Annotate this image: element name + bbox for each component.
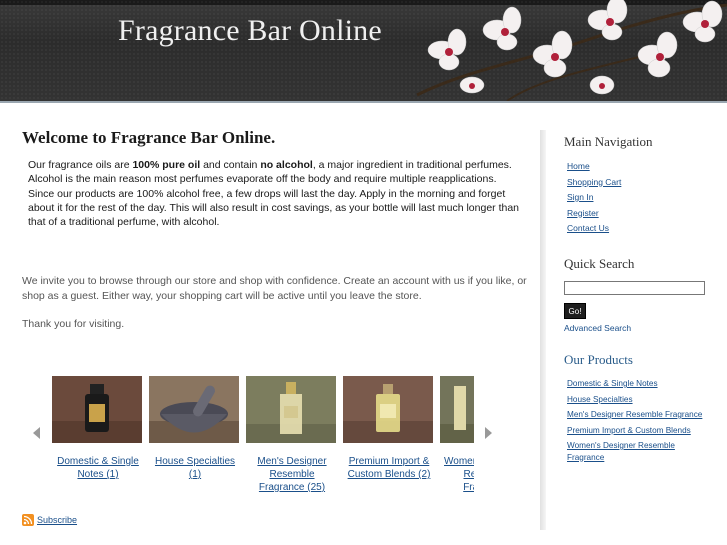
nav-item-contact-us: Contact Us: [567, 221, 724, 237]
carousel-item-label[interactable]: House Specialties (1): [149, 455, 241, 481]
product-link-womens[interactable]: Women's Designer Resemble Fragrance: [567, 441, 675, 462]
carousel-item-label[interactable]: Men's Designer Resemble Fragrance (25): [246, 455, 338, 494]
site-title[interactable]: Fragrance Bar Online: [118, 14, 382, 48]
carousel-item[interactable]: Men's Designer Resemble Fragrance (25): [246, 376, 338, 494]
subscribe-link[interactable]: Subscribe: [37, 515, 77, 525]
site-header: Fragrance Bar Online: [0, 0, 727, 101]
quick-search-heading: Quick Search: [564, 256, 635, 271]
products-list: Domestic & Single Notes House Specialtie…: [564, 378, 724, 463]
page-title: Welcome to Fragrance Bar Online.: [22, 128, 276, 147]
carousel-item-label[interactable]: Domestic & Single Notes (1): [52, 455, 144, 481]
carousel-item-label[interactable]: Women's Designer Resemble Fragrance: [440, 455, 474, 494]
nav-link-shopping-cart[interactable]: Shopping Cart: [567, 177, 621, 187]
sidebar-divider: [540, 130, 546, 530]
nav-item-register: Register: [567, 206, 724, 222]
nav-item-sign-in: Sign In: [567, 190, 724, 206]
perfume-bottle-image[interactable]: [52, 376, 142, 443]
main-navigation-list: Home Shopping Cart Sign In Register Cont…: [564, 159, 724, 237]
mortar-pestle-image[interactable]: [149, 376, 239, 443]
subscribe-row: Subscribe: [22, 514, 77, 526]
product-link-mens[interactable]: Men's Designer Resemble Fragrance: [567, 410, 702, 419]
orchid-banner-image: [416, 0, 727, 101]
nav-link-contact-us[interactable]: Contact Us: [567, 223, 609, 233]
nav-link-register[interactable]: Register: [567, 208, 599, 218]
premium-blend-image[interactable]: [343, 376, 433, 443]
rss-icon[interactable]: [22, 514, 34, 526]
product-link-premium[interactable]: Premium Import & Custom Blends: [567, 426, 691, 435]
sidebar: Main Navigation Home Shopping Cart Sign …: [564, 134, 724, 462]
product-item: House Specialties: [567, 394, 707, 406]
carousel-viewport: Domestic & Single Notes (1) House Specia…: [50, 376, 474, 496]
our-products-block: Our Products Domestic & Single Notes Hou…: [564, 352, 724, 467]
intro-paragraph: Our fragrance oils are 100% pure oil and…: [22, 158, 522, 229]
quick-search-block: Quick Search Go! Advanced Search: [564, 256, 724, 333]
category-carousel: Domestic & Single Notes (1) House Specia…: [30, 376, 498, 496]
header-bottom-border: [0, 101, 727, 103]
product-item: Women's Designer Resemble Fragrance: [567, 440, 707, 463]
mens-fragrance-image[interactable]: [246, 376, 336, 443]
intro-text-2: and contain: [200, 159, 261, 171]
womens-fragrance-image[interactable]: [440, 376, 474, 443]
go-button[interactable]: Go!: [564, 303, 586, 319]
advanced-search-link[interactable]: Advanced Search: [564, 323, 724, 333]
nav-item-home: Home: [567, 159, 724, 175]
carousel-item[interactable]: Women's Designer Resemble Fragrance: [440, 376, 474, 494]
carousel-next-icon[interactable]: [485, 427, 492, 439]
product-item: Domestic & Single Notes: [567, 378, 707, 390]
our-products-heading: Our Products: [564, 352, 633, 367]
carousel-item[interactable]: Premium Import & Custom Blends (2): [343, 376, 435, 481]
carousel-item[interactable]: Domestic & Single Notes (1): [52, 376, 144, 481]
invite-paragraph: We invite you to browse through our stor…: [22, 275, 527, 302]
main-content: Welcome to Fragrance Bar Online. Our fra…: [22, 128, 532, 330]
intro-text-1: Our fragrance oils are: [28, 159, 133, 171]
product-link-domestic[interactable]: Domestic & Single Notes: [567, 379, 658, 388]
carousel-item-label[interactable]: Premium Import & Custom Blends (2): [343, 455, 435, 481]
intro-bold-pure-oil: 100% pure oil: [132, 159, 201, 171]
product-item: Premium Import & Custom Blends: [567, 425, 707, 437]
nav-item-shopping-cart: Shopping Cart: [567, 175, 724, 191]
nav-link-sign-in[interactable]: Sign In: [567, 192, 593, 202]
product-link-house[interactable]: House Specialties: [567, 395, 633, 404]
main-navigation-heading: Main Navigation: [564, 134, 653, 149]
intro-bold-no-alcohol: no alcohol: [260, 159, 313, 171]
thanks-paragraph: Thank you for visiting.: [22, 318, 125, 330]
carousel-prev-icon[interactable]: [33, 427, 40, 439]
product-item: Men's Designer Resemble Fragrance: [567, 409, 707, 421]
search-input[interactable]: [564, 281, 705, 295]
nav-link-home[interactable]: Home: [567, 161, 590, 171]
carousel-item[interactable]: House Specialties (1): [149, 376, 241, 481]
